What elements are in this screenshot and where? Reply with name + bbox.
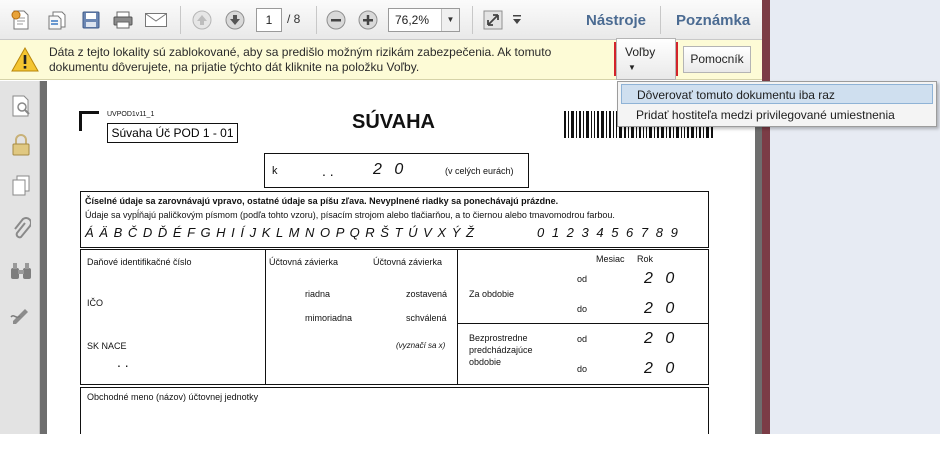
navigation-pane bbox=[0, 81, 40, 434]
tools-pane-button[interactable]: Nástroje bbox=[586, 12, 646, 29]
do-label-2: do bbox=[577, 364, 588, 374]
page-thumbnails-icon[interactable] bbox=[9, 94, 33, 118]
desktop-background bbox=[770, 0, 940, 434]
options-button-label: Voľby bbox=[625, 45, 656, 59]
sknace-dots: . . bbox=[117, 354, 129, 370]
warning-icon bbox=[11, 46, 39, 77]
year-prefix-1: 2 0 bbox=[644, 270, 679, 287]
period-k-label: k bbox=[272, 165, 278, 177]
od-label-1: od bbox=[577, 274, 588, 284]
obdobie-label: obdobie bbox=[469, 357, 502, 367]
uz-label-1: Účtovná závierka bbox=[269, 257, 339, 267]
mesiac-label: Mesiac bbox=[596, 254, 625, 264]
mimoriadna-label: mimoriadna bbox=[305, 313, 353, 323]
print-icon[interactable] bbox=[110, 8, 136, 32]
search-binoculars-icon[interactable] bbox=[9, 259, 33, 283]
page-total: / 8 bbox=[287, 12, 301, 26]
pages-icon[interactable] bbox=[9, 174, 33, 198]
od-label-2: od bbox=[577, 334, 588, 344]
acrobat-window: 1 / 8 76,2% ▼ Nástroje Poznámka Dáta z t… bbox=[0, 0, 940, 449]
save-icon[interactable] bbox=[78, 8, 104, 32]
vyznaci-note: (vyznačí sa x) bbox=[396, 341, 446, 350]
year-prefix-4: 2 0 bbox=[644, 360, 679, 377]
zoom-select[interactable]: 76,2% ▼ bbox=[388, 8, 460, 32]
corner-mark bbox=[79, 111, 99, 131]
fullscreen-icon[interactable] bbox=[480, 8, 506, 32]
create-pdf-icon[interactable] bbox=[8, 8, 34, 32]
form-subtitle: Súvaha Úč POD 1 - 01 bbox=[107, 123, 238, 143]
identification-box: Daňové identifikačné číslo IČO SK NACE .… bbox=[80, 249, 709, 385]
zoom-value: 76,2% bbox=[395, 13, 430, 27]
next-page-icon[interactable] bbox=[222, 8, 248, 32]
year-prefix-3: 2 0 bbox=[644, 330, 679, 347]
form-title: SÚVAHA bbox=[352, 111, 435, 133]
period-dots: . . bbox=[322, 163, 334, 179]
uz-label-2: Účtovná závierka bbox=[373, 257, 443, 267]
bezprostredne-label: Bezprostredne bbox=[469, 333, 528, 343]
instructions-box: Číselné údaje sa zarovnávajú vpravo, ost… bbox=[80, 191, 709, 248]
main-toolbar: 1 / 8 76,2% ▼ Nástroje Poznámka bbox=[0, 0, 762, 40]
comment-pane-button[interactable]: Poznámka bbox=[676, 12, 750, 29]
period-unit: (v celých eurách) bbox=[445, 166, 514, 176]
sknace-label: SK NACE bbox=[87, 341, 127, 351]
document-viewport[interactable]: UVPOD1v11_1 Súvaha Úč POD 1 - 01 SÚVAHA bbox=[40, 81, 762, 434]
toolbar-overflow-icon[interactable] bbox=[510, 8, 524, 32]
security-lock-icon[interactable] bbox=[9, 133, 33, 157]
security-warning-bar: Dáta z tejto lokality sú zablokované, ab… bbox=[0, 38, 762, 80]
sample-letters: Á Ä B Č D Ď É F G H I Í J K L M N O P Q … bbox=[85, 225, 475, 240]
period-box: k . . 2 0 (v celých eurách) bbox=[264, 153, 529, 188]
attachments-icon[interactable] bbox=[9, 217, 33, 241]
year-prefix-2: 2 0 bbox=[644, 300, 679, 317]
sample-digits: 0 1 2 3 4 5 6 7 8 9 bbox=[537, 225, 680, 240]
company-name-box: Obchodné meno (názov) účtovnej jednotky bbox=[80, 387, 709, 434]
menu-item-trust-once[interactable]: Dôverovať tomuto dokumentu iba raz bbox=[621, 84, 933, 104]
dropdown-arrow-icon: ▼ bbox=[628, 63, 636, 72]
sign-pen-icon[interactable] bbox=[9, 303, 33, 327]
menu-item-add-privileged-host[interactable]: Pridať hostiteľa medzi privilegované umi… bbox=[621, 105, 933, 125]
options-dropdown-menu: Dôverovať tomuto dokumentu iba raz Prida… bbox=[617, 81, 937, 127]
period-year: 2 0 bbox=[373, 161, 408, 178]
chevron-down-icon[interactable]: ▼ bbox=[441, 9, 459, 31]
page-number-input[interactable]: 1 bbox=[256, 8, 282, 32]
previous-page-icon[interactable] bbox=[189, 8, 215, 32]
pdf-page: UVPOD1v11_1 Súvaha Úč POD 1 - 01 SÚVAHA bbox=[47, 81, 755, 434]
window-border bbox=[762, 0, 770, 434]
zostavena-label: zostavená bbox=[406, 289, 448, 299]
options-button[interactable]: Voľby ▼ bbox=[614, 38, 678, 80]
security-message: Dáta z tejto lokality sú zablokované, ab… bbox=[49, 45, 552, 74]
help-button[interactable]: Pomocník bbox=[683, 46, 751, 73]
instructions-text: Údaje sa vypĺňajú paličkovým písmom (pod… bbox=[85, 210, 615, 220]
predchadzajuce-label: predchádzajúce bbox=[469, 345, 533, 355]
bottom-strip bbox=[0, 434, 940, 449]
company-name-label: Obchodné meno (názov) účtovnej jednotky bbox=[87, 392, 259, 402]
zoom-out-icon[interactable] bbox=[323, 8, 349, 32]
email-icon[interactable] bbox=[143, 8, 169, 32]
dic-label: Daňové identifikačné číslo bbox=[87, 257, 192, 267]
instructions-bold: Číselné údaje sa zarovnávajú vpravo, ost… bbox=[85, 196, 559, 206]
form-code: UVPOD1v11_1 bbox=[107, 111, 155, 118]
riadna-label: riadna bbox=[305, 289, 331, 299]
schvalena-label: schválená bbox=[406, 313, 447, 323]
za-obdobie-label: Za obdobie bbox=[469, 289, 515, 299]
do-label-1: do bbox=[577, 304, 588, 314]
rok-label: Rok bbox=[637, 254, 654, 264]
ico-label: IČO bbox=[87, 298, 104, 308]
zoom-in-icon[interactable] bbox=[355, 8, 381, 32]
combine-files-icon[interactable] bbox=[44, 8, 70, 32]
